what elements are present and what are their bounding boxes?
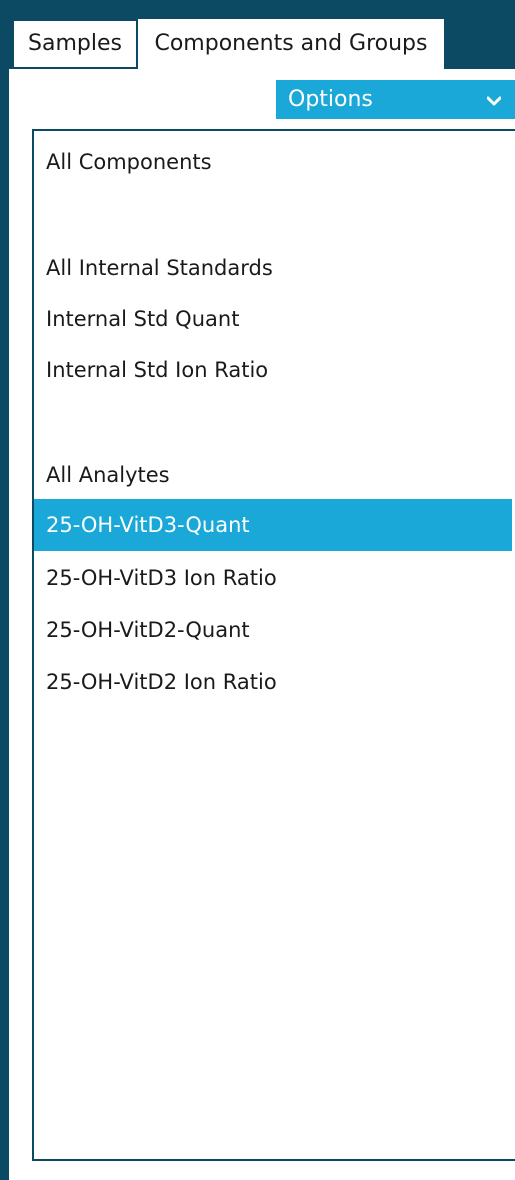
options-dropdown-button[interactable]: Options: [276, 80, 515, 119]
list-item-internal-std-ion-ratio[interactable]: Internal Std Ion Ratio: [34, 344, 512, 396]
list-item-all-analytes[interactable]: All Analytes: [34, 449, 512, 501]
components-panel: Samples Components and Groups Options Al…: [0, 0, 515, 1180]
list-item-label: 25-OH-VitD3 Ion Ratio: [46, 566, 277, 590]
list-item-25-oh-vitd3-ion-ratio[interactable]: 25-OH-VitD3 Ion Ratio: [34, 552, 512, 604]
list-item-all-components[interactable]: All Components: [34, 136, 512, 188]
left-border: [0, 0, 9, 1180]
list-item-25-oh-vitd3-quant[interactable]: 25-OH-VitD3-Quant: [34, 499, 512, 551]
list-item-internal-std-quant[interactable]: Internal Std Quant: [34, 293, 512, 345]
tab-samples[interactable]: Samples: [13, 20, 137, 68]
list-item-label: 25-OH-VitD2 Ion Ratio: [46, 670, 277, 694]
list-item-label: 25-OH-VitD2-Quant: [46, 618, 250, 642]
list-item-25-oh-vitd2-quant[interactable]: 25-OH-VitD2-Quant: [34, 604, 512, 656]
list-item-label: All Internal Standards: [46, 256, 273, 280]
list-item-label: Internal Std Quant: [46, 307, 240, 331]
tab-components-label: Components and Groups: [154, 31, 428, 56]
chevron-down-icon: [486, 80, 502, 119]
list-item-label: 25-OH-VitD3-Quant: [46, 513, 250, 537]
list-item-all-internal-standards[interactable]: All Internal Standards: [34, 242, 512, 294]
list-item-label: All Components: [46, 150, 212, 174]
list-item-label: All Analytes: [46, 463, 170, 487]
list-item-25-oh-vitd2-ion-ratio[interactable]: 25-OH-VitD2 Ion Ratio: [34, 656, 512, 708]
component-list[interactable]: All Components All Internal Standards In…: [32, 129, 515, 1161]
options-label: Options: [288, 87, 373, 112]
tab-components-and-groups[interactable]: Components and Groups: [137, 18, 445, 69]
tab-samples-label: Samples: [28, 31, 122, 56]
list-item-label: Internal Std Ion Ratio: [46, 358, 269, 382]
